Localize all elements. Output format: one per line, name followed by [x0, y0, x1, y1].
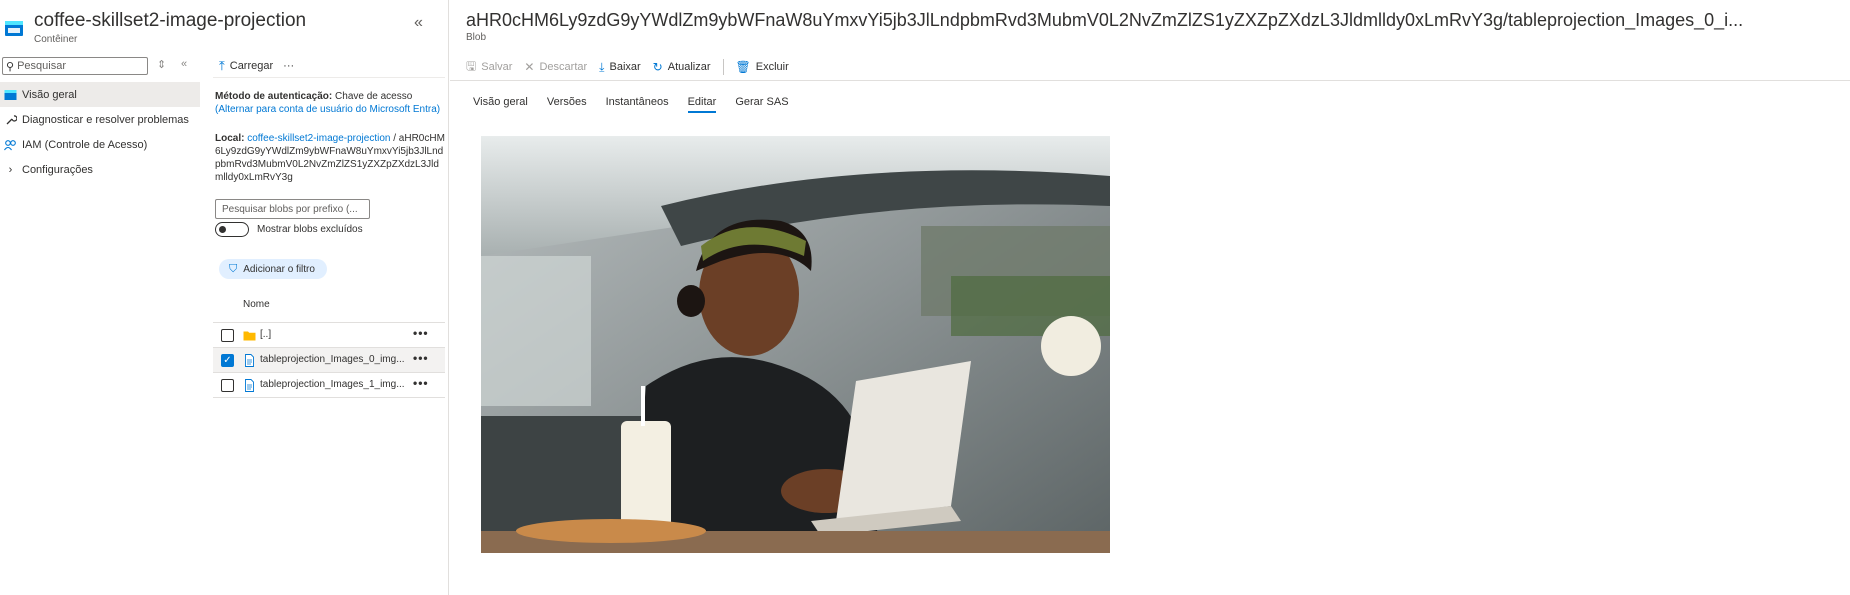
blob-subtitle: Blob [466, 32, 487, 43]
show-deleted-row: Mostrar blobs excluídos [215, 222, 363, 237]
list-item[interactable]: ✓ tableprojection_Images_0_img... ••• [213, 348, 445, 373]
show-deleted-label: Mostrar blobs excluídos [257, 224, 363, 235]
page-subtitle: Contêiner [34, 34, 78, 45]
blob-list-pane: ⤒ Carregar ··· Método de autenticação: C… [213, 54, 445, 594]
save-icon: 🖫 [466, 58, 477, 73]
tab-overview[interactable]: Visão geral [473, 96, 528, 113]
delete-button[interactable]: 🗑 Excluir [736, 60, 789, 74]
row-name[interactable]: tableprojection_Images_1_img... [260, 379, 408, 390]
blob-blade: aHR0cHM6Ly9zdG9yYWdlZm9ybWFnaW8uYmxvYi5j… [450, 0, 1850, 595]
file-icon [245, 354, 254, 367]
resource-menu: ⚲ ⇕ « Visão geral Diagnosticar e resolve… [0, 54, 200, 594]
discard-button[interactable]: ✕ Descartar [524, 60, 587, 74]
location-container-link[interactable]: coffee-skillset2-image-projection [247, 133, 390, 144]
upload-icon: ⤒ [219, 57, 225, 73]
nav-item-settings[interactable]: › Configurações [0, 157, 200, 182]
tab-versions[interactable]: Versões [547, 96, 587, 113]
nav-item-label: Visão geral [22, 88, 77, 101]
nav-item-iam[interactable]: IAM (Controle de Acesso) [0, 132, 200, 157]
location-breadcrumb: Local: coffee-skillset2-image-projection… [215, 133, 445, 183]
blob-list: [..] ••• ✓ tableprojection_Images_0_img.… [213, 322, 445, 398]
blob-toolbar: 🖫 Salvar ✕ Descartar ⤓ Baixar ↻ Atualiza… [466, 57, 801, 77]
container-toolbar: ⤒ Carregar ··· [213, 54, 445, 78]
menu-search-input[interactable] [17, 60, 138, 72]
blob-tabs: Visão geral Versões Instantâneos Editar … [473, 96, 808, 113]
container-overview-icon [4, 88, 17, 101]
blob-image-preview [481, 136, 1110, 553]
tab-generate-sas[interactable]: Gerar SAS [735, 96, 788, 113]
row-more-button[interactable]: ••• [413, 326, 429, 340]
container-icon [5, 21, 23, 36]
blade-header: coffee-skillset2-image-projection Contêi… [0, 6, 449, 46]
show-deleted-toggle[interactable] [215, 222, 249, 237]
upload-button[interactable]: ⤒ Carregar [213, 58, 273, 74]
page-title: coffee-skillset2-image-projection [34, 10, 307, 31]
row-checkbox[interactable] [221, 329, 234, 342]
toolbar-divider [722, 59, 724, 75]
refresh-icon: ↻ [652, 60, 663, 74]
collapse-menu-icon[interactable]: « [181, 58, 187, 70]
row-name[interactable]: tableprojection_Images_0_img... [260, 354, 408, 365]
switch-auth-link[interactable]: (Alternar para conta de usuário do Micro… [215, 104, 440, 115]
more-actions-button[interactable]: ··· [283, 60, 294, 72]
nav-item-label: IAM (Controle de Acesso) [22, 138, 148, 151]
nav-item-diagnose[interactable]: Diagnosticar e resolver problemas [0, 107, 200, 132]
tab-snapshots[interactable]: Instantâneos [606, 96, 669, 113]
toolbar-divider-line [450, 80, 1850, 81]
search-icon: ⚲ [6, 60, 15, 73]
row-name[interactable]: [..] [260, 329, 408, 340]
filter-icon: ⛉ [229, 262, 238, 275]
add-filter-button[interactable]: ⛉ Adicionar o filtro [219, 259, 327, 279]
people-icon [4, 138, 17, 151]
nav-item-label: Diagnosticar e resolver problemas [22, 113, 189, 126]
chevron-right-icon: › [8, 163, 13, 176]
menu-items: Visão geral Diagnosticar e resolver prob… [0, 82, 200, 182]
collapse-blade-icon[interactable]: « [414, 14, 423, 32]
folder-icon [243, 331, 256, 341]
nav-item-overview[interactable]: Visão geral [0, 82, 200, 107]
container-blade: coffee-skillset2-image-projection Contêi… [0, 0, 449, 595]
prefix-search-input[interactable] [222, 203, 366, 215]
list-item[interactable]: [..] ••• [213, 323, 445, 348]
list-item[interactable]: tableprojection_Images_1_img... ••• [213, 373, 445, 398]
row-more-button[interactable]: ••• [413, 351, 429, 365]
row-checkbox[interactable] [221, 379, 234, 392]
download-icon: ⤓ [599, 59, 605, 74]
save-button[interactable]: 🖫 Salvar [466, 57, 512, 78]
refresh-button[interactable]: ↻ Atualizar [653, 60, 711, 74]
prefix-search-box[interactable] [215, 199, 370, 219]
row-checkbox[interactable]: ✓ [221, 354, 234, 367]
expand-menu-icon[interactable]: ⇕ [157, 58, 166, 71]
file-icon [245, 379, 254, 392]
row-more-button[interactable]: ••• [413, 376, 429, 390]
tab-edit[interactable]: Editar [687, 96, 716, 113]
menu-search-box[interactable]: ⚲ [2, 57, 148, 75]
download-button[interactable]: ⤓ Baixar [599, 60, 641, 75]
blob-title: aHR0cHM6Ly9zdG9yYWdlZm9ybWFnaW8uYmxvYi5j… [466, 10, 1744, 30]
wrench-icon [4, 113, 17, 126]
nav-item-label: Configurações [22, 163, 93, 176]
column-header-name[interactable]: Nome [243, 299, 270, 310]
auth-method: Método de autenticação: Chave de acesso … [215, 91, 441, 115]
close-icon: ✕ [524, 60, 535, 74]
trash-icon: 🗑 [735, 60, 751, 74]
